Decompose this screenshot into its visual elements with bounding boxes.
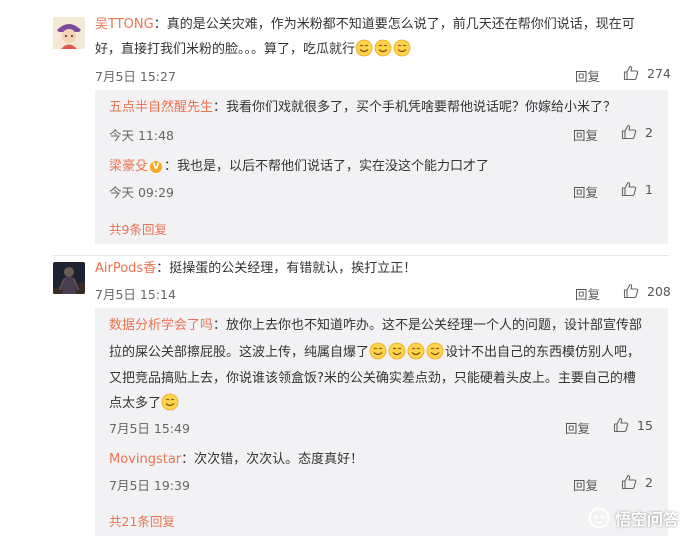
thumbs-up-icon: [621, 474, 637, 490]
reply-button[interactable]: 回复: [575, 284, 600, 303]
reply-username[interactable]: 数据分析学会了吗: [109, 318, 213, 333]
thumbs-up-icon: [621, 181, 637, 197]
reply-username[interactable]: Movingstar: [109, 452, 181, 467]
username[interactable]: 吴TTONG: [95, 17, 154, 32]
smile-emoji-icon: [355, 39, 373, 57]
smile-emoji-icon: [426, 342, 444, 360]
like-button[interactable]: 2: [621, 473, 653, 491]
reply-username[interactable]: 梁豪殳: [109, 159, 148, 174]
reply-button[interactable]: 回复: [573, 182, 598, 201]
reply-time: 今天 09:29: [109, 185, 174, 200]
wukong-logo-icon: [588, 507, 610, 529]
avatar[interactable]: [53, 262, 85, 294]
smile-emoji-icon: [161, 393, 179, 411]
reply-text-line4: 点太多了: [109, 391, 180, 416]
like-button[interactable]: 2: [621, 123, 653, 141]
reply-username[interactable]: 五点半自然醒先生: [109, 100, 213, 115]
username[interactable]: AirPods香: [95, 261, 156, 276]
smile-emoji-icon: [369, 342, 387, 360]
reply-text-line3: 又把竞品搞贴上去，你说谁该领盒饭?米的公关确实差点劲，只能硬着头皮上。主要自己的…: [109, 371, 636, 386]
verified-badge: V: [150, 161, 163, 173]
comment-text: AirPods香：挺操蛋的公关经理，有错就认，挨打立正！: [95, 261, 417, 276]
more-replies-link[interactable]: 共21条回复: [109, 511, 175, 530]
like-count: 2: [645, 474, 653, 490]
like-count: 208: [647, 283, 671, 299]
comment-text-line2: 好，直接打我们米粉的脸。。。算了，吃瓜就行: [95, 37, 412, 62]
like-button[interactable]: 208: [623, 282, 671, 300]
reply-list: 数据分析学会了吗：放你上去你也不知道咋办。这不是公关经理一个人的问题，设计部宣传…: [95, 308, 668, 536]
like-count: 2: [645, 124, 653, 140]
smile-emoji-icon: [393, 39, 411, 57]
reply-time: 7月5日 19:39: [109, 478, 190, 493]
smile-emoji-icon: [374, 39, 392, 57]
thumbs-up-icon: [621, 124, 637, 140]
reply-text: 梁豪殳 V ：我也是，以后不帮他们说话了，实在没这个能力口才了: [109, 159, 490, 174]
reply-button[interactable]: 回复: [573, 475, 598, 494]
reply-button[interactable]: 回复: [565, 418, 590, 437]
thumbs-up-icon: [623, 65, 639, 81]
comment-time: 7月5日 15:14: [95, 287, 176, 302]
like-button[interactable]: 15: [613, 416, 653, 434]
reply-text: 数据分析学会了吗：放你上去你也不知道咋办。这不是公关经理一个人的问题，设计部宣传…: [109, 318, 643, 333]
comment-text: 吴TTONG：真的是公关灾难，作为米粉都不知道要怎么说了，前几天还在帮你们说话，…: [95, 17, 635, 32]
reply-time: 今天 11:48: [109, 128, 174, 143]
like-button[interactable]: 274: [623, 64, 671, 82]
reply-button[interactable]: 回复: [575, 66, 600, 85]
thumbs-up-icon: [613, 417, 629, 433]
reply-button[interactable]: 回复: [573, 125, 598, 144]
watermark-text: 悟空问答: [614, 510, 679, 529]
smile-emoji-icon: [407, 342, 425, 360]
reply-text-line2: 拉的屎公关部擦屁股。这波上传，纯属自爆了 设计不出自己的东西模仿别人吧，: [109, 340, 640, 365]
comment-time: 7月5日 15:27: [95, 69, 176, 84]
reply-text: Movingstar：次次错，次次认。态度真好！: [109, 452, 364, 467]
smile-emoji-icon: [388, 342, 406, 360]
like-count: 15: [637, 417, 653, 433]
like-button[interactable]: 1: [621, 180, 653, 198]
watermark: 悟空问答: [588, 507, 679, 529]
like-count: 1: [645, 181, 653, 197]
more-replies-link[interactable]: 共9条回复: [109, 219, 167, 238]
reply-text: 五点半自然醒先生：我看你们戏就很多了，买个手机凭啥要帮他说话呢？你嫁给小米了？: [109, 100, 617, 115]
thumbs-up-icon: [623, 283, 639, 299]
reply-list: 五点半自然醒先生：我看你们戏就很多了，买个手机凭啥要帮他说话呢？你嫁给小米了？ …: [95, 90, 668, 244]
reply-time: 7月5日 15:49: [109, 421, 190, 436]
avatar[interactable]: [53, 17, 85, 49]
like-count: 274: [647, 65, 671, 81]
